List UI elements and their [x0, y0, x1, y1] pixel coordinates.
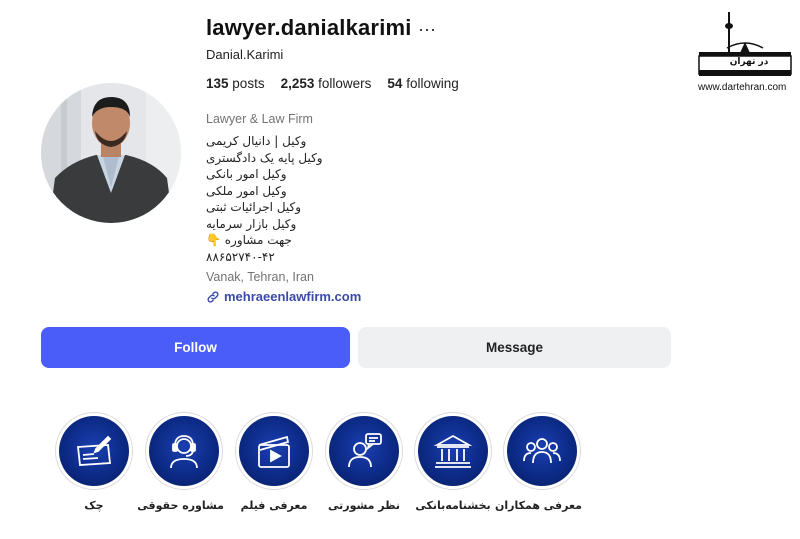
highlight-ring: [325, 412, 403, 490]
highlight-ring: [235, 412, 313, 490]
bio-line: وکیل بازار سرمایه: [206, 216, 297, 231]
highlight-bank[interactable]: بخشنامه‌بانکی: [413, 412, 493, 512]
highlight-label: نظر مشورتی: [327, 499, 400, 512]
highlight-label: بخشنامه‌بانکی: [415, 499, 491, 512]
highlight-label: معرفی همکاران: [494, 499, 582, 512]
highlight-ring: [145, 412, 223, 490]
highlight-cover: [59, 416, 129, 486]
following-label: following: [406, 76, 459, 91]
bio-line: ۸۸۶۵۲۷۴۰-۴۲: [206, 249, 275, 264]
logo-brand-text: در تهران: [729, 57, 769, 67]
following-stat[interactable]: 54 following: [387, 76, 458, 91]
highlight-label: چک: [84, 499, 104, 512]
followers-count: 2,253: [280, 76, 315, 91]
followers-label: followers: [318, 76, 372, 91]
highlight-cover: [507, 416, 577, 486]
posts-stat: 135 posts: [206, 76, 265, 91]
profile-category: Lawyer & Law Firm: [206, 112, 313, 126]
profile-stats: 135 posts 2,253 followers 54 following: [206, 76, 459, 91]
milad-tower-logo-icon: [698, 12, 792, 76]
avatar-photo: [41, 83, 181, 223]
highlight-video[interactable]: معرفی فیلم: [234, 412, 314, 512]
profile-bio: وکیل | دانیال کریمی وکیل پایه یک دادگستر…: [206, 133, 323, 265]
headset-agent-icon: [170, 435, 198, 469]
bank-icon: [433, 434, 473, 468]
video-clapper-icon: [258, 435, 290, 468]
bio-line: وکیل | دانیال کریمی: [206, 134, 307, 148]
consultant-chat-icon: [348, 433, 382, 468]
highlight-cover: [329, 416, 399, 486]
bio-line: جهت مشاوره 👇: [206, 233, 292, 247]
highlight-team[interactable]: معرفی همکاران: [494, 412, 582, 512]
logo-url-text: www.dartehran.com: [698, 82, 787, 93]
cheque-icon: [77, 435, 112, 466]
posts-count: 135: [206, 76, 229, 91]
highlight-consultation-opinion[interactable]: نظر مشورتی: [324, 412, 404, 512]
highlight-cover: [239, 416, 309, 486]
profile-location: Vanak, Tehran, Iran: [206, 270, 314, 284]
website-link-text: mehraeenlawfirm.com: [224, 289, 362, 304]
highlight-label: معرفی فیلم: [240, 499, 308, 512]
profile-website-link[interactable]: mehraeenlawfirm.com: [206, 289, 361, 304]
bio-line: وکیل اجرائیات ثبتی: [206, 200, 302, 214]
highlight-cover: [149, 416, 219, 486]
highlight-label: مشاوره حقوقی: [137, 499, 224, 512]
message-button[interactable]: Message: [358, 327, 671, 368]
bio-line: وکیل امور بانکی: [206, 167, 287, 181]
follow-button[interactable]: Follow: [41, 327, 350, 368]
profile-avatar[interactable]: [41, 83, 181, 223]
link-icon: [207, 290, 219, 303]
bio-line: وکیل امور ملکی: [206, 183, 287, 198]
dartehran-logo: [695, 8, 795, 85]
more-options-icon[interactable]: ···: [418, 20, 436, 38]
team-icon: [523, 438, 561, 464]
highlight-ring: [503, 412, 581, 490]
highlight-cheque[interactable]: چک: [54, 412, 134, 512]
followers-stat[interactable]: 2,253 followers: [281, 76, 372, 91]
profile-full-name: Danial.Karimi: [206, 47, 284, 62]
posts-label: posts: [232, 76, 265, 91]
highlight-legal-advice[interactable]: مشاوره حقوقی: [137, 412, 224, 512]
highlight-ring: [55, 412, 133, 490]
following-count: 54: [387, 76, 403, 91]
profile-username: lawyer.danialkarimi: [206, 15, 412, 40]
highlight-cover: [418, 416, 488, 486]
bio-line: وکیل پایه یک دادگستری: [206, 150, 323, 165]
highlight-ring: [414, 412, 492, 490]
